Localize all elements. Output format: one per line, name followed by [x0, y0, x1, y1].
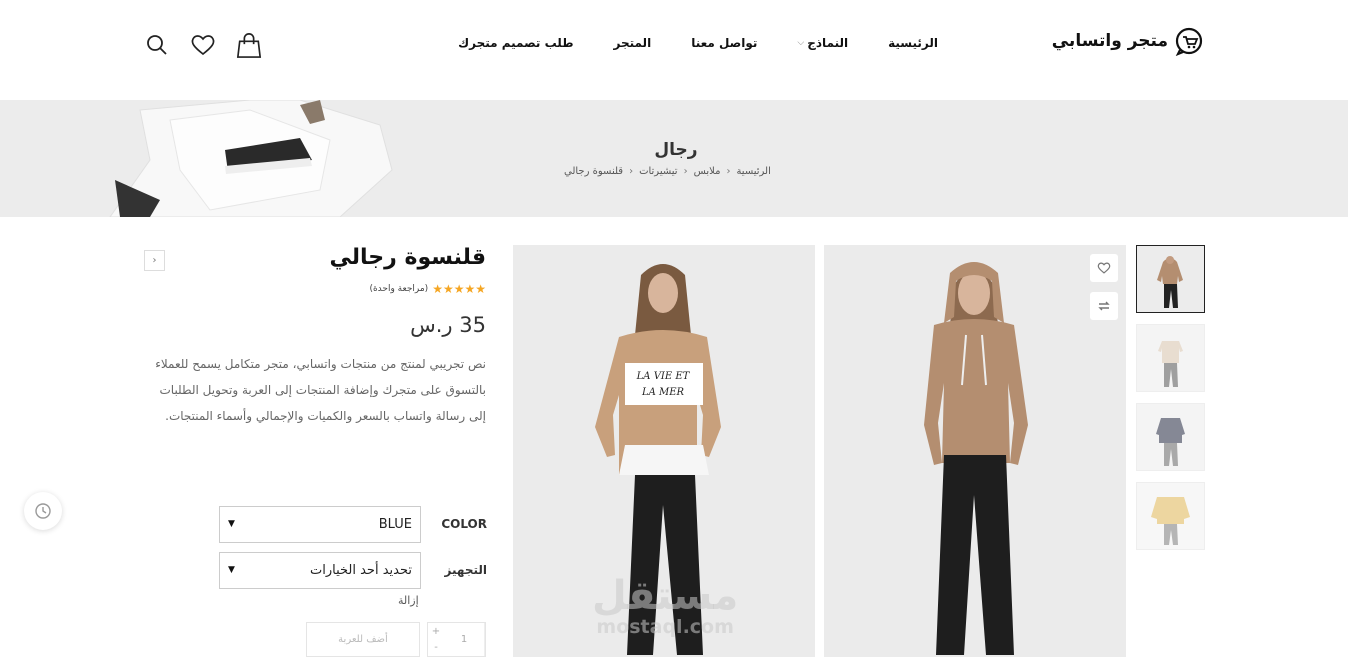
- thumbnail-tshirt[interactable]: [1136, 324, 1205, 392]
- dropdown-arrow-icon: ▼: [228, 519, 235, 529]
- nav-templates[interactable]: النماذج ⌵: [797, 36, 848, 50]
- breadcrumb: الرئيسية ‹ ملابس ‹ تيشيرتات ‹ قلنسوة رجا…: [564, 166, 771, 177]
- thumbnail-list: [1136, 245, 1205, 561]
- option-row-color: ▼ BLUE COLOR: [219, 501, 487, 547]
- product-description: نص تجريبي لمنتج من منتجات واتسابي، متجر …: [155, 357, 486, 423]
- quantity-input[interactable]: 1: [444, 623, 485, 656]
- dropdown-arrow-icon: ▼: [228, 565, 235, 575]
- breadcrumb-separator: ‹: [726, 166, 731, 177]
- fitting-select[interactable]: ▼ تحديد أحد الخيارات: [219, 551, 421, 589]
- watermark-arabic: مستقل: [592, 573, 739, 619]
- breadcrumb-home[interactable]: الرئيسية: [736, 166, 770, 177]
- nav-home[interactable]: الرئيسية: [888, 36, 938, 50]
- add-to-cart-button[interactable]: أضف للعربة: [306, 622, 420, 657]
- option-row-fitting: ▼ تحديد أحد الخيارات التجهيز: [219, 547, 487, 593]
- breadcrumb-current: قلنسوة رجالي: [564, 166, 624, 177]
- quantity-steps: + -: [428, 623, 444, 656]
- thumbnail-navy[interactable]: [1136, 403, 1205, 471]
- heart-icon[interactable]: [190, 30, 216, 60]
- product-info: › قلنسوة رجالي ★★★★★ (مراجعة واحدة) 35 ر…: [144, 245, 486, 429]
- nav-request-design[interactable]: طلب تصميم متجرك: [458, 36, 573, 50]
- site-header: متجر واتسابي الرئيسية النماذج ⌵ تواصل معن…: [0, 0, 1348, 100]
- nav-request-design-label: طلب تصميم متجرك: [458, 36, 574, 50]
- nav-shop-label: المتجر: [613, 36, 652, 50]
- nav-contact[interactable]: تواصل معنا: [691, 36, 757, 50]
- history-clock-icon[interactable]: [24, 492, 62, 530]
- breadcrumb-tshirts[interactable]: تيشيرتات: [639, 166, 678, 177]
- watermark: مستقل mostaql.com: [592, 576, 738, 638]
- color-select[interactable]: ▼ BLUE: [219, 505, 421, 543]
- main-nav: الرئيسية النماذج ⌵ تواصل معنا المتجر طلب …: [418, 36, 938, 50]
- header-icons: [144, 30, 262, 60]
- fitting-select-value: تحديد أحد الخيارات: [310, 562, 412, 578]
- whatsapp-cart-icon: [1175, 27, 1203, 56]
- clear-selection-link[interactable]: إزالة: [398, 594, 419, 607]
- main-product-image[interactable]: [824, 245, 1126, 657]
- svg-text:LA MER: LA MER: [641, 387, 685, 398]
- breadcrumb-separator: ‹: [629, 166, 634, 177]
- quantity-minus-button[interactable]: -: [428, 640, 444, 657]
- breadcrumb-separator: ‹: [683, 166, 688, 177]
- wishlist-heart-icon[interactable]: [1090, 254, 1118, 282]
- watermark-latin: mostaql.com: [596, 616, 734, 638]
- search-icon[interactable]: [144, 30, 170, 60]
- thumbnail-yellow[interactable]: [1136, 482, 1205, 550]
- svg-text:LA VIE ET: LA VIE ET: [636, 371, 691, 382]
- page-title: رجال: [654, 140, 698, 160]
- quantity-plus-button[interactable]: +: [428, 623, 444, 640]
- product-price: 35 ر.س: [410, 313, 486, 337]
- next-product-arrow[interactable]: ›: [144, 250, 165, 271]
- nav-contact-label: تواصل معنا: [691, 36, 758, 50]
- thumbnail-hoodie-front[interactable]: [1136, 245, 1205, 313]
- color-label: COLOR: [441, 517, 487, 531]
- shopping-bag-icon[interactable]: [236, 30, 262, 60]
- fitting-label: التجهيز: [444, 563, 487, 577]
- logo-text: متجر واتسابي: [1051, 31, 1168, 51]
- chevron-down-icon: ⌵: [797, 38, 805, 48]
- nav-shop[interactable]: المتجر: [614, 36, 652, 50]
- product-title: قلنسوة رجالي: [329, 245, 487, 270]
- nav-templates-label: النماذج: [807, 36, 849, 50]
- page-banner: رجال الرئيسية ‹ ملابس ‹ تيشيرتات ‹ قلنسو…: [0, 100, 1348, 217]
- color-select-value: BLUE: [378, 516, 412, 532]
- reviews-link[interactable]: (مراجعة واحدة): [369, 284, 428, 294]
- product-options: ▼ BLUE COLOR ▼ تحديد أحد الخيارات التجهي…: [219, 501, 487, 593]
- nav-home-label: الرئيسية: [888, 36, 938, 50]
- compare-icon[interactable]: [1090, 292, 1118, 320]
- breadcrumb-clothes[interactable]: ملابس: [694, 166, 721, 177]
- quantity-stepper: + - 1: [427, 622, 486, 657]
- logo[interactable]: متجر واتسابي: [1052, 26, 1204, 56]
- rating: ★★★★★ (مراجعة واحدة): [144, 282, 486, 296]
- star-rating-icon: ★★★★★: [432, 282, 486, 296]
